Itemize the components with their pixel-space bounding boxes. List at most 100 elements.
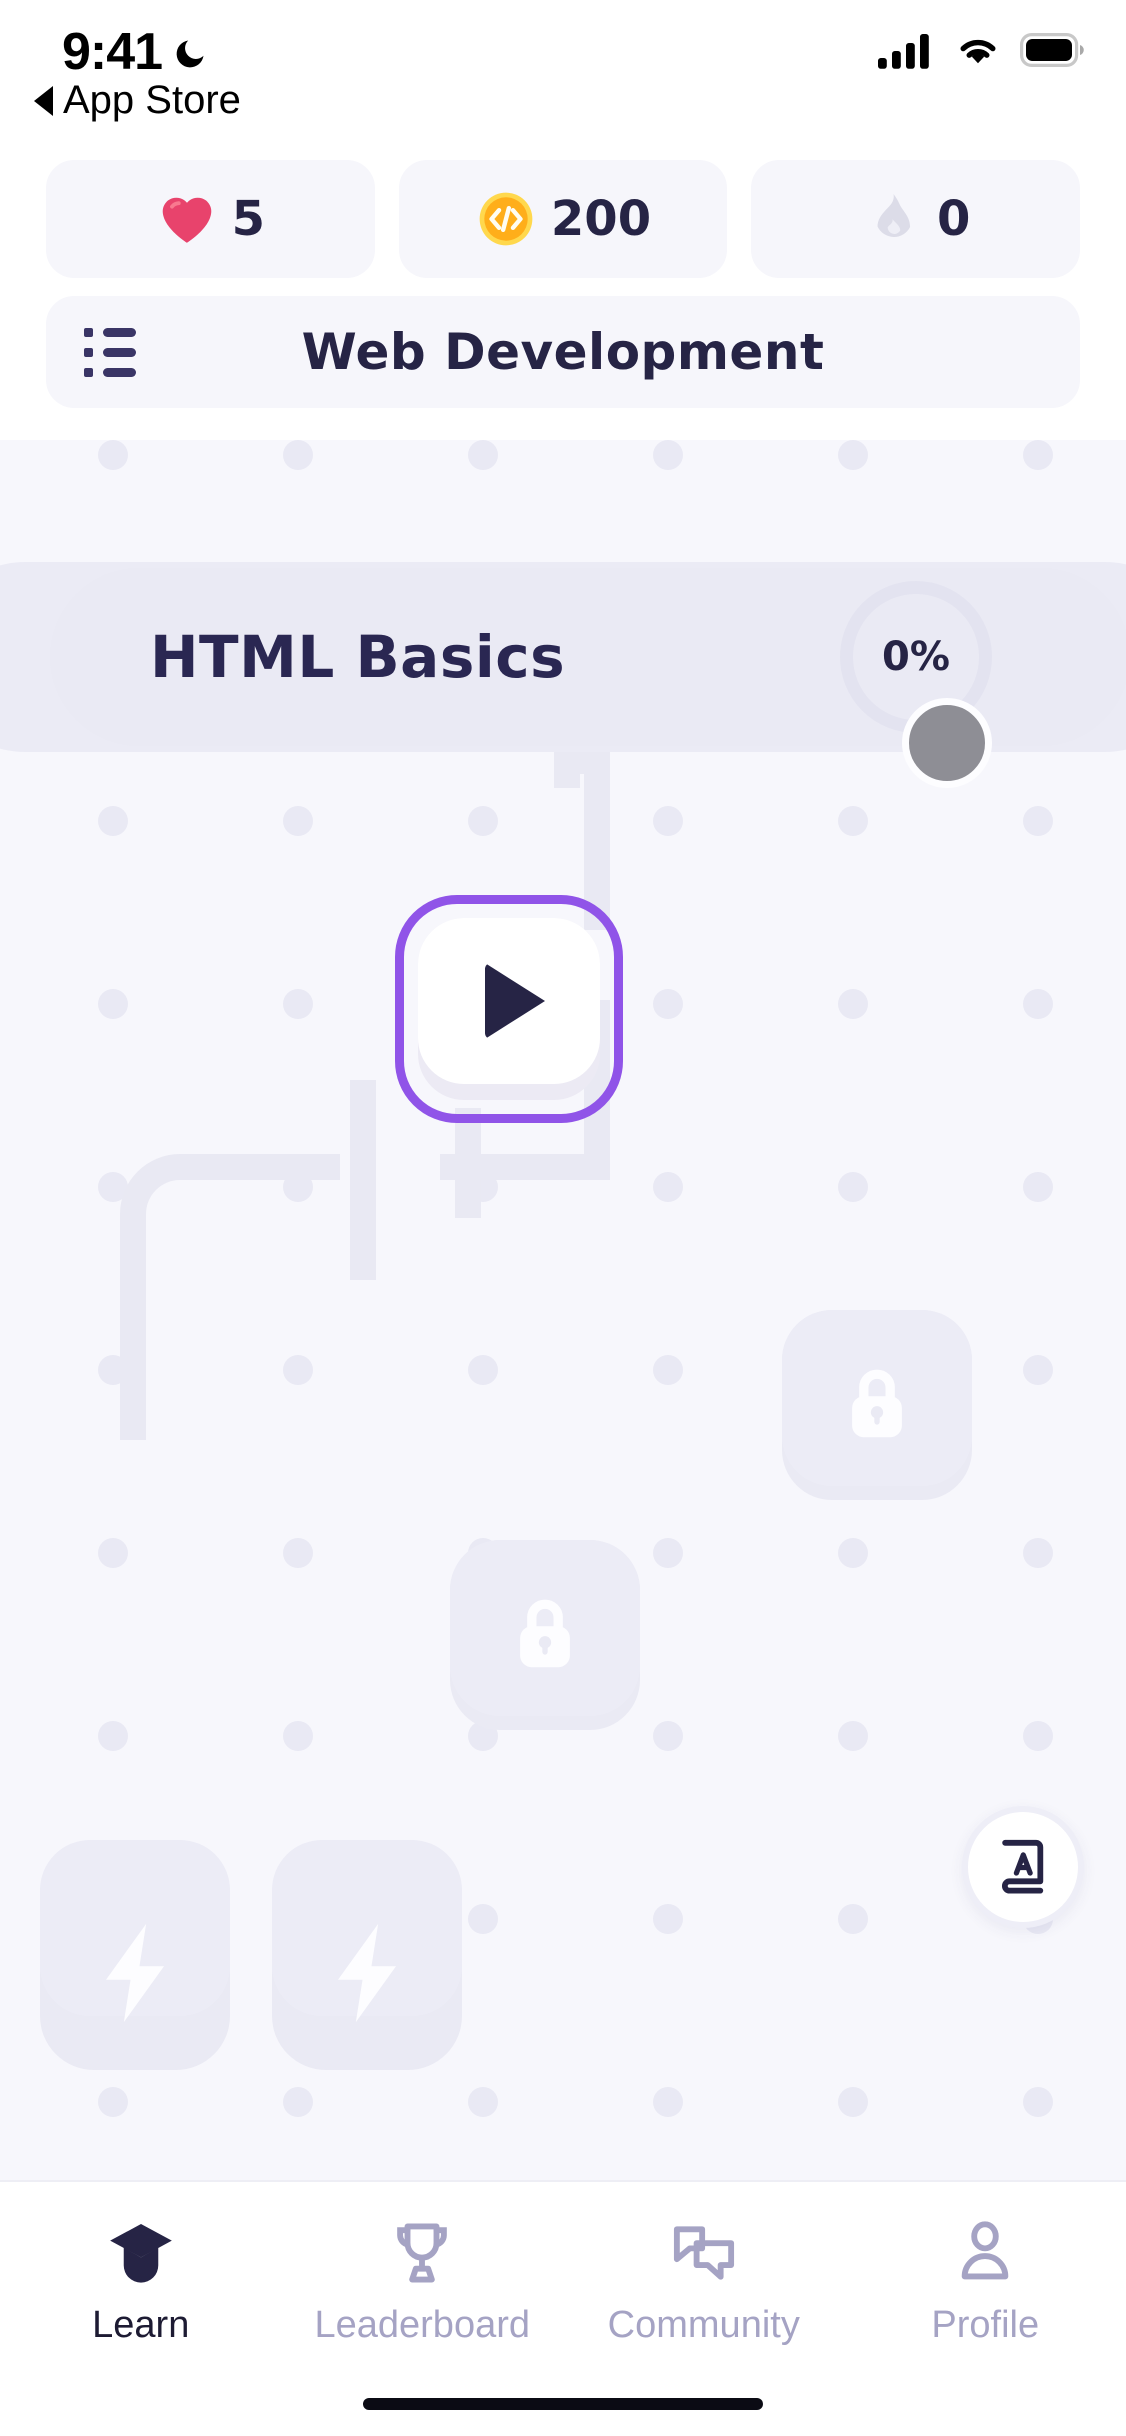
stat-hearts[interactable]: 5 [46,160,375,278]
person-icon [961,2221,1009,2280]
background-dot [283,989,313,1019]
heart-icon [162,197,211,243]
background-dot [1023,989,1053,1019]
lightning-bolt-icon [106,1923,164,2023]
background-dot [283,1355,313,1385]
background-dot [653,989,683,1019]
trophy-icon [397,2223,448,2283]
back-caret-icon [34,85,53,116]
avatar[interactable] [902,698,992,788]
section-title: HTML Basics [150,623,566,691]
learning-path-canvas[interactable]: HTML Basics 0% [0,440,1126,2180]
background-dot [283,1721,313,1751]
page-title: Web Development [301,323,825,381]
background-dot [838,1721,868,1751]
background-dot [1023,1355,1053,1385]
background-dot [653,440,683,470]
chat-bubbles-icon [673,2226,734,2280]
lock-icon [852,1369,902,1438]
back-to-app-store-link[interactable]: App Store [34,78,241,123]
background-dot [838,1172,868,1202]
background-dot [653,1355,683,1385]
lightning-bolt-icon [338,1923,396,2023]
flame-icon [877,193,911,237]
battery-full-icon [1020,33,1084,67]
background-dot [98,440,128,470]
stat-coins-value: 200 [550,191,652,247]
connector-5-horizontal-lock3 [440,1154,600,1180]
status-time: 9:41 [62,23,163,81]
play-node-face [418,918,600,1084]
background-dot [468,1904,498,1934]
background-dot [98,1721,128,1751]
background-dot [468,440,498,470]
stats-bar: 5 200 0 [46,160,1081,278]
play-node-inner [418,918,600,1100]
background-dot [468,2087,498,2117]
background-dot [1023,2087,1053,2117]
background-dot [98,989,128,1019]
lesson-node-play[interactable] [395,895,623,1123]
background-dot [98,806,128,836]
connector-6-horizontal-left [250,1154,340,1180]
back-link-label: App Store [63,78,241,122]
connector-8-vertical-bolt2 [350,1080,376,1280]
background-dot [283,440,313,470]
background-dot [653,1904,683,1934]
status-bar-indicators [878,30,1084,70]
background-dot [283,2087,313,2117]
stat-streak[interactable]: 0 [751,160,1081,278]
background-dot [1023,1538,1053,1568]
background-dot [653,1721,683,1751]
app-screen: HTML Basics 0% 9:41 App Store 5 200 0 We… [0,0,1126,2436]
tab-profile[interactable]: Profile [845,2182,1126,2436]
background-dot [1023,440,1053,470]
background-dot [283,1538,313,1568]
course-header-bar: Web Development [46,296,1080,408]
lesson-node-locked-1[interactable] [782,1310,972,1500]
stat-hearts-value: 5 [231,191,266,247]
background-dot [98,1538,128,1568]
background-dot [653,1538,683,1568]
stat-coins[interactable]: 200 [398,160,728,278]
tab-profile-label: Profile [931,2304,1040,2346]
background-dot [838,1538,868,1568]
background-dot [283,806,313,836]
crescent-moon-icon [176,40,204,68]
tab-learn[interactable]: Learn [0,2182,282,2436]
graduation-cap-icon [109,2224,172,2283]
lesson-node-challenge-2[interactable] [272,1840,462,2070]
play-icon [485,963,545,1039]
top-header-zone: 9:41 App Store 5 200 0 Web Development [0,0,1126,440]
background-dot [838,2087,868,2117]
background-dot [653,2087,683,2117]
tab-leaderboard-label: Leaderboard [314,2304,530,2346]
background-dot [1023,806,1053,836]
connector-7-vertical-bolt [120,1260,146,1440]
background-dot [838,806,868,836]
background-dot [838,440,868,470]
background-dot [653,806,683,836]
status-bar-time-group: 9:41 [62,22,208,82]
background-dot [98,2087,128,2117]
section-progress-label: 0% [882,634,950,680]
list-menu-icon[interactable] [84,327,136,377]
code-coin-icon [479,192,533,246]
background-dot [838,1904,868,1934]
background-dot [1023,1172,1053,1202]
background-dot [838,989,868,1019]
cellular-signal-icon [878,34,929,69]
dictionary-button[interactable] [962,1806,1084,1928]
dictionary-icon [1002,1839,1044,1894]
lesson-node-challenge-1[interactable] [40,1840,230,2070]
lock-icon [520,1599,570,1668]
background-dot [653,1172,683,1202]
background-dot [468,806,498,836]
home-indicator [363,2398,763,2410]
background-dot [468,1355,498,1385]
tab-community-label: Community [607,2304,800,2346]
lesson-node-locked-2[interactable] [450,1540,640,1730]
background-dot [1023,1721,1053,1751]
stat-streak-value: 0 [936,191,971,247]
wifi-icon [960,39,996,64]
